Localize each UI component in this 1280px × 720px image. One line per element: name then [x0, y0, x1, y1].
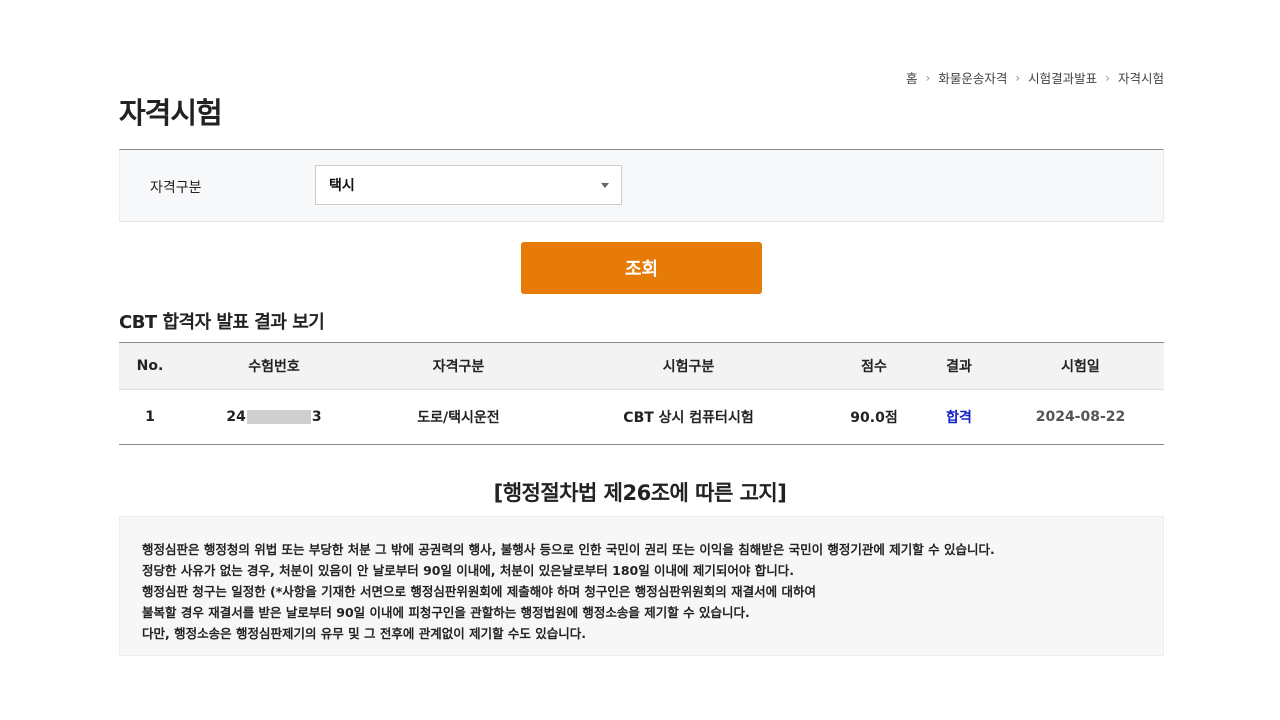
- section-title: CBT 합격자 발표 결과 보기: [119, 312, 325, 333]
- breadcrumb-exam-results[interactable]: 시험결과발표: [1028, 68, 1097, 87]
- header-date: 시험일: [1061, 359, 1100, 375]
- breadcrumb-cargo-qualification[interactable]: 화물운송자격: [938, 68, 1007, 87]
- qualification-select-value: 택시: [329, 178, 355, 194]
- header-result: 결과: [946, 359, 972, 375]
- header-exam-number: 수험번호: [248, 359, 300, 375]
- search-panel: 자격구분 택시: [119, 149, 1164, 222]
- caret-down-icon: [601, 183, 609, 188]
- row-date: 2024-08-22: [1035, 409, 1126, 425]
- masked-region: [246, 410, 311, 424]
- result-table: No. 수험번호 자격구분 시험구분 점수 결과 시험일 1 24 3 도로/택시…: [119, 342, 1164, 445]
- row-exam-number: 24 3: [181, 390, 367, 445]
- exam-number-prefix: 24: [226, 409, 246, 425]
- notice-line: 정당한 사유가 없는 경우, 처분이 있음이 안 날로부터 90일 이내에, 처…: [142, 563, 795, 578]
- header-exam-type: 시험구분: [662, 359, 715, 375]
- header-category: 자격구분: [432, 359, 485, 375]
- notice-line: 행정심판은 행정청의 위법 또는 부당한 처분 그 밖에 공권력의 행사, 불행…: [142, 542, 995, 557]
- exam-number-suffix: 3: [311, 409, 322, 425]
- search-button[interactable]: 조회: [521, 242, 762, 294]
- qualification-label: 자격구분: [150, 180, 202, 196]
- row-no: 1: [145, 409, 155, 425]
- notice-line: 불복할 경우 재결서를 받은 날로부터 90일 이내에 피청구인을 관할하는 행…: [142, 605, 750, 620]
- table-row: 1 24 3 도로/택시운전 CBT 상시 컴퓨터시험 90.0점 합격 2024…: [119, 390, 1164, 445]
- notice-line: 다만, 행정소송은 행정심판제기의 유무 및 그 전후에 관계없이 제기할 수도…: [142, 626, 587, 641]
- breadcrumb-current: 자격시험: [1117, 71, 1164, 86]
- notice-line: 행정심판 청구는 일정한 (*사항을 기재한 서면으로 행정심판위원회에 제출해…: [142, 584, 816, 599]
- qualification-select[interactable]: 택시: [315, 165, 622, 205]
- breadcrumb-home[interactable]: 홈: [906, 68, 918, 87]
- row-category: 도로/택시운전: [417, 410, 500, 426]
- header-no: No.: [136, 358, 164, 374]
- chevron-right-icon: ›: [1015, 70, 1021, 85]
- notice-box: 행정심판은 행정청의 위법 또는 부당한 처분 그 밖에 공권력의 행사, 불행…: [119, 516, 1164, 656]
- breadcrumb: 홈 › 화물운송자격 › 시험결과발표 › 자격시험: [906, 68, 1164, 87]
- table-header-row: No. 수험번호 자격구분 시험구분 점수 결과 시험일: [119, 342, 1164, 390]
- chevron-right-icon: ›: [1105, 70, 1110, 85]
- row-score: 90.0점: [850, 410, 898, 426]
- notice-title: [행정절차법 제26조에 따른 고지]: [493, 481, 787, 505]
- chevron-right-icon: ›: [925, 70, 931, 85]
- row-exam-type: CBT 상시 컴퓨터시험: [623, 410, 754, 426]
- header-score: 점수: [861, 359, 887, 375]
- page-title: 자격시험: [119, 96, 223, 130]
- row-result: 합격: [946, 410, 972, 426]
